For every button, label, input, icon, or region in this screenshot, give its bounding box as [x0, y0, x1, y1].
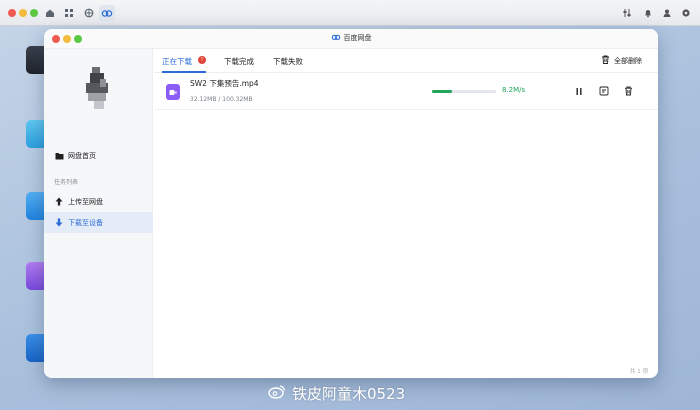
sidebar-item-label: 上传至网盘	[68, 197, 103, 206]
open-folder-button[interactable]	[598, 85, 610, 97]
baidu-netdisk-icon[interactable]	[99, 5, 115, 21]
trash-icon	[601, 55, 610, 66]
arrow-down-icon	[54, 218, 64, 228]
minimize-dot[interactable]	[19, 9, 27, 17]
video-file-icon	[166, 84, 180, 100]
pause-button[interactable]	[573, 85, 585, 97]
weibo-icon	[268, 384, 286, 403]
settings-icon[interactable]	[679, 6, 693, 20]
main-content: 正在下载 ! 下载完成 下载失败 全部删除 SW2 下集预告.mp4 32.12…	[154, 49, 658, 378]
window-title-text: 百度网盘	[343, 34, 372, 42]
home-icon[interactable]	[42, 5, 58, 21]
download-speed: 8.2M/s	[502, 86, 526, 94]
sidebar-item-label: 网盘首页	[68, 151, 96, 160]
system-menubar	[0, 0, 700, 26]
globe-icon[interactable]	[81, 5, 97, 21]
item-count: 共 1 项	[630, 369, 648, 375]
tab-bar: 正在下载 ! 下载完成 下载失败 全部删除	[154, 49, 658, 73]
avatar[interactable]	[84, 67, 112, 109]
sidebar-item-label: 下载至设备	[68, 218, 103, 227]
sidebar-group-label: 任务列表	[54, 179, 79, 186]
download-row[interactable]: SW2 下集预告.mp4 32.12MB / 100.32MB 8.2M/s	[154, 73, 658, 110]
delete-button[interactable]	[622, 85, 634, 97]
bell-icon[interactable]	[641, 6, 655, 20]
tab-downloading[interactable]: 正在下载	[162, 56, 192, 67]
progress-fill	[432, 90, 453, 93]
file-name: SW2 下集预告.mp4	[190, 79, 259, 88]
error-badge: !	[198, 56, 206, 64]
sidebar-item-upload[interactable]: 上传至网盘	[44, 191, 153, 212]
sidebar: 网盘首页 任务列表 上传至网盘 下载至设备	[44, 49, 153, 378]
progress-bar	[432, 90, 496, 93]
window-title: 百度网盘	[44, 33, 658, 43]
close-dot[interactable]	[8, 9, 16, 17]
delete-all-button[interactable]: 全部删除	[601, 55, 642, 66]
maximize-dot[interactable]	[30, 9, 38, 17]
watermark: 铁皮阿童木0523	[268, 383, 405, 404]
tab-failed[interactable]: 下载失败	[273, 56, 303, 67]
tab-completed[interactable]: 下载完成	[224, 56, 254, 67]
user-icon[interactable]	[660, 6, 674, 20]
file-size: 32.12MB / 100.32MB	[190, 96, 253, 103]
sidebar-item-download[interactable]: 下载至设备	[44, 212, 153, 233]
delete-all-label: 全部删除	[614, 56, 642, 65]
window-titlebar: 百度网盘	[44, 29, 658, 49]
arrow-up-icon	[54, 197, 64, 207]
apps-grid-icon[interactable]	[61, 5, 77, 21]
netdisk-window: 百度网盘 网盘首页 任务列表 上传至网盘 下载至设备 正在下载 ! 下载完成 下…	[44, 29, 658, 378]
watermark-text: 铁皮阿童木0523	[292, 385, 406, 403]
netdisk-logo-icon	[331, 33, 341, 43]
sidebar-item-home[interactable]: 网盘首页	[44, 145, 153, 166]
equalizer-icon[interactable]	[620, 6, 634, 20]
folder-icon	[54, 151, 64, 161]
